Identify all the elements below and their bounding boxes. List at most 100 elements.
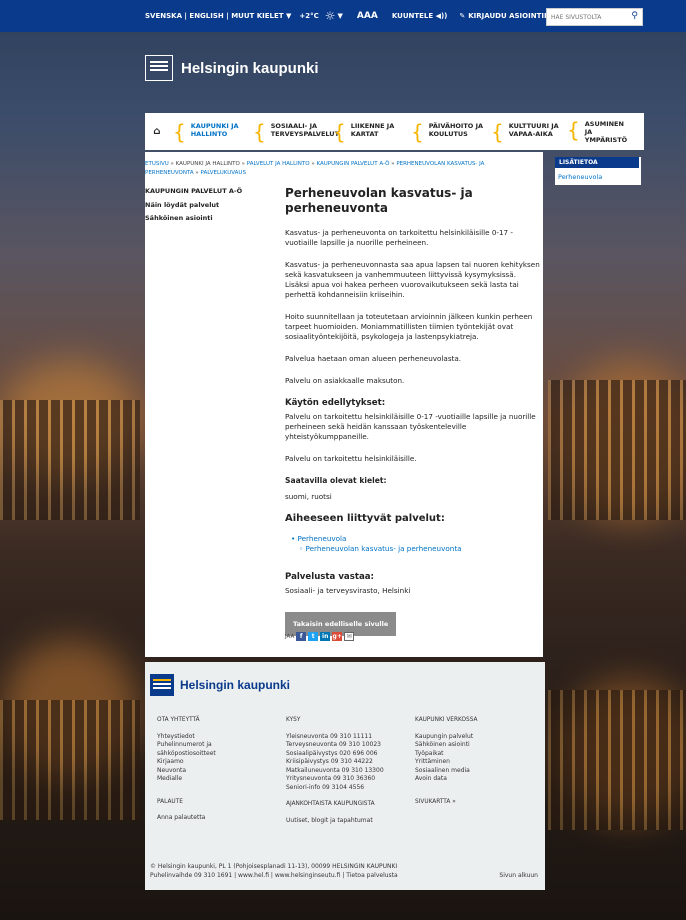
footer-link[interactable]: Sähköinen asiointi [415,741,477,750]
footer-link[interactable]: Yrittäminen [415,758,477,767]
footer-link[interactable]: Yritysneuvonta 09 310 36360 [286,775,384,784]
footer-link[interactable]: Avoin data [415,775,477,784]
footer-link[interactable]: Medialle [157,775,216,784]
footer-link[interactable]: Yhteystiedot [157,733,216,742]
breadcrumb-separator: » [391,161,395,167]
footer-link[interactable]: sähköpostiosoitteet [157,750,216,759]
main-navigation: ⌂ {KAUPUNKI JA HALLINTO {SOSIAALI- JA TE… [145,113,644,150]
leftnav-heading[interactable]: KAUPUNGIN PALVELUT A-Ö [145,187,275,195]
nav-item-housing-environment[interactable]: {ASUMINEN JA YMPÄRISTÖ [567,120,629,144]
responsible-value: Sosiaali- ja terveysvirasto, Helsinki [285,586,411,595]
footer-contact-line: Puhelinvaihde 09 310 1691 | www.hel.fi |… [150,872,398,879]
footer-link[interactable]: Kriisipäivystys 09 310 44222 [286,758,384,767]
list-item[interactable]: ◦ Perheneuvolan kasvatus- ja perheneuvon… [291,544,540,554]
search-box: ⚲ [546,8,643,26]
footer-link[interactable]: Anna palautetta [157,814,216,823]
related-link[interactable]: Perheneuvola [298,534,347,543]
back-to-top-link[interactable]: Sivun alkuun [499,871,538,880]
footer-logo[interactable]: Helsingin kaupunki [150,674,290,696]
breadcrumb-city-services[interactable]: KAUPUNGIN PALVELUT A-Ö [316,161,389,167]
page-title: Perheneuvolan kasvatus- ja perheneuvonta [285,186,473,215]
search-input[interactable] [547,12,623,22]
breadcrumb-description[interactable]: PALVELUKUVAUS [201,170,246,176]
footer-heading: KYSY [286,717,301,723]
section-heading-responsible: Palvelusta vastaa: [285,572,374,582]
list-item[interactable]: • Perheneuvola [291,534,540,544]
footer-link[interactable]: Sosiaalipäivystys 020 696 006 [286,750,384,759]
footer-link[interactable]: Terveysneuvonta 09 310 10023 [286,741,384,750]
crest-icon [150,674,174,696]
footer-link[interactable]: Kaupungin palvelut [415,733,477,742]
crest-icon [145,55,173,81]
more-info-box: LISÄTIETOA Perheneuvola [555,157,641,185]
footer-link[interactable]: Kirjaamo [157,758,216,767]
content-panel: ETUSIVU » KAUPUNKI JA HALLINTO » PALVELU… [145,152,543,657]
bracket-icon: { [411,119,424,144]
nav-item-culture-leisure[interactable]: {KULTTUURI JA VAPAA-AIKA [491,122,567,142]
paragraph: Kasvatus- ja perheneuvonnasta saa apua l… [285,260,540,299]
sitemap-link[interactable]: SIVUKARTTA » [415,798,477,807]
related-link[interactable]: Perheneuvolan kasvatus- ja perheneuvonta [306,544,462,553]
top-utility-bar: SVENSKA | ENGLISH | MUUT KIELET ▼ +2°C ☼… [145,0,560,32]
weather-icon[interactable]: ☼ [325,9,336,23]
footer-link[interactable]: Neuvonta [157,767,216,776]
search-icon[interactable]: ⚲ [631,11,638,21]
footer-heading: AJANKOHTAISTA KAUPUNGISTA [286,801,375,807]
breadcrumb-separator: » [311,161,315,167]
nav-item-label: LIIKENNE JA KARTAT [350,121,395,138]
nav-item-city-administration[interactable]: {KAUPUNKI JA HALLINTO [173,122,253,142]
home-icon[interactable]: ⌂ [145,126,169,137]
listen-button[interactable]: KUUNTELE ◀)) [392,12,448,20]
site-logo[interactable]: Helsingin kaupunki [145,55,319,81]
nav-item-traffic-maps[interactable]: {LIIKENNE JA KARTAT [333,122,411,142]
section-heading-related: Aiheeseen liittyvät palvelut: [285,513,445,524]
leftnav-item-e-services[interactable]: Sähköinen asiointi [145,214,275,222]
footer: Helsingin kaupunki OTA YHTEYTTÄ Yhteysti… [145,662,545,890]
footer-link[interactable]: Uutiset, blogit ja tapahtumat [286,817,384,826]
logo-text: Helsingin kaupunki [181,59,319,77]
nav-item-daycare-education[interactable]: {PÄIVÄHOITO JA KOULUTUS [411,122,491,142]
share-bar: JAA f t in g+ ✉ [285,632,355,641]
nav-item-social-health[interactable]: {SOSIAALI- JA TERVEYSPALVELUT [253,122,339,142]
leftnav-item-find-services[interactable]: Näin löydät palvelut [145,201,275,209]
footer-link[interactable]: Sosiaalinen media [415,767,477,776]
footer-link[interactable]: Matkailuneuvonta 09 310 13300 [286,767,384,776]
paragraph: Palvelu on asiakkaalle maksuton. [285,376,405,385]
bracket-icon: { [491,119,504,144]
footer-link[interactable]: Työpaikat [415,750,477,759]
email-icon[interactable]: ✉ [344,632,355,641]
paragraph: Palvelu on tarkoitettu helsinkiläisille … [285,412,536,441]
googleplus-icon[interactable]: g+ [332,632,343,641]
twitter-icon[interactable]: t [308,632,319,641]
left-navigation: KAUPUNGIN PALVELUT A-Ö Näin löydät palve… [145,187,275,227]
paragraph: Palvelu on tarkoitettu helsinkiläisille. [285,454,417,463]
nav-item-label: PÄIVÄHOITO JA KOULUTUS [428,121,484,138]
footer-link[interactable]: Puhelinnumerot ja [157,741,216,750]
languages-value: suomi, ruotsi [285,492,332,501]
footer-link[interactable]: Yleisneuvonta 09 310 11111 [286,733,384,742]
related-services-list: • Perheneuvola ◦ Perheneuvolan kasvatus-… [285,534,540,554]
text-size-control[interactable]: AAA [357,11,378,21]
weather-dropdown[interactable]: ▼ [338,12,343,20]
bracket-icon: { [173,119,186,144]
footer-heading: PALAUTE [157,798,183,805]
breadcrumb-city-administration: KAUPUNKI JA HALLINTO [175,161,240,167]
more-info-link[interactable]: Perheneuvola [555,168,641,186]
footer-ask-column: KYSY Yleisneuvonta 09 310 11111 Terveysn… [286,716,384,825]
footer-heading: KAUPUNKI VERKOSSA [415,717,478,723]
facebook-icon[interactable]: f [296,632,307,641]
copyright-text: © Helsingin kaupunki, PL 1 (Pohjoisespla… [150,863,398,870]
footer-bottom: © Helsingin kaupunki, PL 1 (Pohjoisespla… [150,862,538,880]
bracket-icon: { [333,119,346,144]
language-menu[interactable]: SVENSKA | ENGLISH | MUUT KIELET ▼ [145,12,291,20]
footer-logo-text: Helsingin kaupunki [180,678,291,692]
footer-heading: OTA YHTEYTTÄ [157,717,200,723]
linkedin-icon[interactable]: in [320,632,331,641]
breadcrumb-services-administration[interactable]: PALVELUT JA HALLINTO [247,161,310,167]
paragraph: Palvelua haetaan oman alueen perheneuvol… [285,354,462,363]
breadcrumb: ETUSIVU » KAUPUNKI JA HALLINTO » PALVELU… [145,160,530,178]
footer-link[interactable]: Seniori-info 09 3104 4556 [286,784,384,793]
breadcrumb-home[interactable]: ETUSIVU [145,161,169,167]
share-label: JAA [285,633,295,640]
section-heading-languages: Saatavilla olevat kielet: [285,476,387,485]
